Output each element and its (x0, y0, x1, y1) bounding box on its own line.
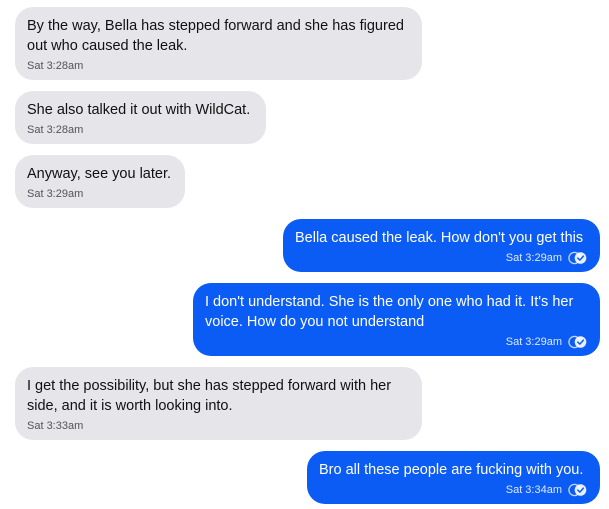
message-timestamp: Sat 3:29am (505, 336, 562, 348)
message-text: By the way, Bella has stepped forward an… (27, 18, 404, 54)
message-text: Bella caused the leak. How don't you get… (295, 230, 584, 246)
read-receipt-icon (568, 483, 588, 497)
message-meta: Sat 3:29am (295, 249, 588, 267)
message-meta: Sat 3:33am (27, 417, 410, 435)
message-timestamp: Sat 3:34am (505, 484, 562, 496)
message-timestamp: Sat 3:28am (27, 60, 84, 72)
message-meta: Sat 3:28am (27, 121, 254, 139)
message-meta: Sat 3:29am (27, 185, 173, 203)
message-text: I don't understand. She is the only one … (205, 294, 574, 330)
read-receipt-icon (568, 251, 588, 265)
message-meta: Sat 3:29am (205, 333, 588, 351)
message-text: Bro all these people are fucking with yo… (319, 462, 584, 478)
message-timestamp: Sat 3:29am (27, 188, 84, 200)
read-receipt-icon (568, 335, 588, 349)
message-timestamp: Sat 3:28am (27, 124, 84, 136)
outgoing-message[interactable]: Bro all these people are fucking with yo… (307, 451, 600, 504)
incoming-message[interactable]: I get the possibility, but she has stepp… (15, 367, 422, 440)
outgoing-message[interactable]: I don't understand. She is the only one … (193, 283, 600, 356)
message-meta: Sat 3:28am (27, 57, 410, 75)
incoming-message[interactable]: By the way, Bella has stepped forward an… (15, 7, 422, 80)
message-text: Anyway, see you later. (27, 166, 172, 182)
message-text: I get the possibility, but she has stepp… (27, 378, 392, 414)
message-meta: Sat 3:34am (319, 481, 588, 499)
incoming-message[interactable]: She also talked it out with WildCat. Sat… (15, 91, 266, 144)
incoming-message[interactable]: Anyway, see you later. Sat 3:29am (15, 155, 185, 208)
message-timestamp: Sat 3:29am (505, 252, 562, 264)
outgoing-message[interactable]: Bella caused the leak. How don't you get… (283, 219, 600, 272)
message-text: She also talked it out with WildCat. (27, 102, 251, 118)
message-thread: By the way, Bella has stepped forward an… (0, 0, 609, 509)
message-timestamp: Sat 3:33am (27, 420, 84, 432)
